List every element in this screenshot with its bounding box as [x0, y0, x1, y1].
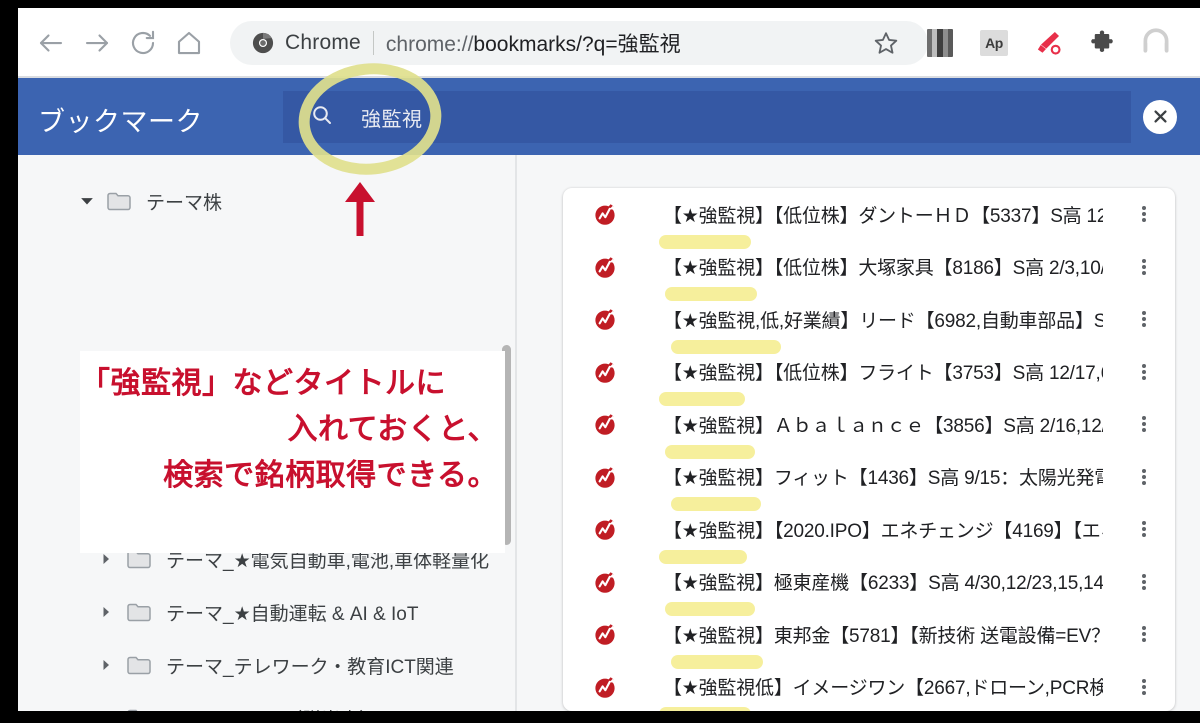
- sidebar-divider: [515, 155, 517, 711]
- bookmark-title: 【★強監視】極東産機【6233】S高 4/30,12/23,15,14,11,1…: [663, 573, 1103, 595]
- bookmark-row[interactable]: 【★強監視低】イメージワン【2667,ドローン,PCR検査,医療…: [563, 661, 1175, 711]
- search-input-value[interactable]: 強監視: [361, 103, 423, 132]
- bookmark-row[interactable]: 【★強監視】【低位株】大塚家具【8186】S高 2/3,10/28：…: [563, 241, 1175, 301]
- browser-window: Chrome chrome://bookmarks/?q=強監視 Ap ブックマ…: [18, 8, 1200, 711]
- bookmark-row[interactable]: 【★強監視】フィット【1436】S高 9/15：太陽光発電設備…: [563, 451, 1175, 511]
- up-arrow-annotation: [345, 182, 375, 236]
- bookmark-row[interactable]: 【★強監視】Ａｂａｌａｎｃｅ【3856】S高 2/16,12/16,11/…: [563, 398, 1175, 459]
- bookmark-row[interactable]: 【★強監視,低,好業績】リード【6982,自動車部品】S高 4/6,5…: [563, 293, 1175, 354]
- sidebar-item-0[interactable]: テーマ株: [18, 175, 490, 227]
- clear-search-button[interactable]: [1143, 99, 1177, 134]
- chevron-right-icon[interactable]: [100, 553, 126, 565]
- bookmark-row[interactable]: 【★強監視】東邦金【5781】【新技術 送電設備=EV？再エ…: [563, 608, 1175, 669]
- forward-arrow-icon[interactable]: [74, 20, 120, 66]
- bookmark-row[interactable]: 【★強監視】【低位株】フライト【3753】S高 12/17,6/24,2…: [563, 346, 1175, 406]
- folder-icon: [106, 190, 136, 212]
- omnibox-url-scheme: chrome://: [385, 33, 474, 56]
- more-vertical-icon[interactable]: [1135, 256, 1153, 278]
- bookmark-title: 【★強監視】【低位株】ダントーＨＤ【5337】S高 12/1,10/…: [663, 205, 1103, 227]
- extensions-puzzle-icon[interactable]: [1082, 23, 1122, 63]
- home-icon[interactable]: [166, 20, 212, 66]
- bookmarks-body: テーマ株テーマ_★水素関連（脱炭素社会）テーマ_★半導体関連テーマ_★電気自動車…: [18, 155, 1200, 711]
- stock-chart-favicon: [593, 359, 619, 385]
- bookmark-title: 【★強監視】フィット【1436】S高 9/15：太陽光発電設備…: [663, 468, 1103, 490]
- bookmark-star-icon[interactable]: [866, 23, 906, 63]
- stock-chart-favicon: [593, 201, 619, 227]
- stock-chart-favicon: [593, 411, 619, 437]
- annotation-line-3: 検索で銘柄取得できる。: [163, 459, 498, 492]
- more-vertical-icon[interactable]: [1135, 518, 1153, 540]
- stock-chart-favicon: [593, 674, 619, 700]
- more-vertical-icon[interactable]: [1135, 203, 1153, 225]
- annotation-note-text: 「強監視」などタイトルに 入れておくと、 検索で銘柄取得できる。: [80, 361, 498, 499]
- annotation-line-2: 入れておくと、: [287, 413, 498, 446]
- profile-avatar-icon[interactable]: [1136, 23, 1176, 63]
- bookmarks-search-field[interactable]: 強監視: [283, 91, 1131, 143]
- omnibox-url[interactable]: chrome://bookmarks/?q=強監視: [386, 28, 681, 58]
- sidebar-item-4[interactable]: テーマ_★自動運転 & AI & IoT: [18, 586, 490, 638]
- folder-icon: [126, 601, 156, 623]
- stock-chart-favicon: [593, 254, 619, 280]
- bookmark-title: 【★強監視】Ａｂａｌａｎｃｅ【3856】S高 2/16,12/16,11/…: [663, 415, 1103, 437]
- bookmark-title: 【★強監視】【低位株】フライト【3753】S高 12/17,6/24,2…: [663, 363, 1103, 385]
- more-vertical-icon[interactable]: [1135, 676, 1153, 698]
- more-vertical-icon[interactable]: [1135, 466, 1153, 488]
- bookmark-row[interactable]: 【★強監視】【2020.IPO】エネチェンジ【4169】【エネル…: [563, 503, 1175, 564]
- bars-extension-icon[interactable]: [920, 23, 960, 63]
- chevron-down-icon[interactable]: [80, 194, 106, 208]
- search-icon: [310, 103, 334, 132]
- highlighter-pen-icon[interactable]: [1028, 23, 1068, 63]
- more-vertical-icon[interactable]: [1135, 571, 1153, 593]
- bookmark-title: 【★強監視】【低位株】大塚家具【8186】S高 2/3,10/28：…: [663, 258, 1103, 280]
- bookmarks-header: ブックマーク 強監視: [18, 78, 1200, 155]
- bookmark-title: 【★強監視低】イメージワン【2667,ドローン,PCR検査,医療…: [663, 678, 1103, 700]
- address-bar[interactable]: Chrome chrome://bookmarks/?q=強監視: [230, 21, 928, 65]
- ap-extension-icon[interactable]: Ap: [974, 23, 1014, 63]
- bookmark-title: 【★強監視】【2020.IPO】エネチェンジ【4169】【エネル…: [663, 520, 1103, 542]
- back-arrow-icon[interactable]: [28, 20, 74, 66]
- omnibox-divider: [372, 31, 374, 55]
- omnibox-url-rest: bookmarks/?q=強監視: [473, 33, 681, 56]
- chevron-right-icon[interactable]: [100, 606, 126, 618]
- sidebar-item-label: テーマ_★自動運転 & AI & IoT: [166, 603, 419, 625]
- letterbox-bottom: [0, 711, 1200, 723]
- bookmark-row[interactable]: 【★強監視】【低位株】ダントーＨＤ【5337】S高 12/1,10/…: [563, 188, 1175, 249]
- more-vertical-icon[interactable]: [1135, 308, 1153, 330]
- toolbar-icon-group: Ap: [866, 18, 1176, 68]
- bookmark-results-card: 【★強監視】【低位株】ダントーＨＤ【5337】S高 12/1,10/… 【★強監視…: [563, 188, 1175, 711]
- bars-glyph: [927, 29, 953, 57]
- more-vertical-icon[interactable]: [1135, 361, 1153, 383]
- chevron-right-icon[interactable]: [100, 659, 126, 671]
- stock-chart-favicon: [593, 306, 619, 332]
- annotation-line-1: 「強監視」などタイトルに: [80, 367, 446, 400]
- stock-chart-favicon: [593, 569, 619, 595]
- more-vertical-icon[interactable]: [1135, 623, 1153, 645]
- sidebar-item-6[interactable]: テーマ_MaaS（脱炭素）: [18, 692, 490, 711]
- stock-chart-favicon: [593, 464, 619, 490]
- sidebar-item-label: テーマ株: [146, 192, 223, 214]
- folder-icon: [126, 654, 156, 676]
- bookmark-title: 【★強監視,低,好業績】リード【6982,自動車部品】S高 4/6,5…: [663, 310, 1103, 332]
- bookmark-row[interactable]: 【★強監視】極東産機【6233】S高 4/30,12/23,15,14,11,1…: [563, 556, 1175, 616]
- more-vertical-icon[interactable]: [1135, 413, 1153, 435]
- chrome-logo-icon: [252, 32, 274, 54]
- sidebar-item-5[interactable]: テーマ_テレワーク・教育ICT関連: [18, 639, 490, 691]
- reload-icon[interactable]: [120, 20, 166, 66]
- sidebar-item-label: テーマ_テレワーク・教育ICT関連: [166, 656, 454, 678]
- omnibox-chrome-label: Chrome: [285, 31, 361, 54]
- stock-chart-favicon: [593, 621, 619, 647]
- bookmark-title: 【★強監視】東邦金【5781】【新技術 送電設備=EV？再エ…: [663, 625, 1103, 647]
- page-title: ブックマーク: [38, 107, 203, 137]
- ap-badge-label: Ap: [980, 30, 1008, 56]
- stock-chart-favicon: [593, 516, 619, 542]
